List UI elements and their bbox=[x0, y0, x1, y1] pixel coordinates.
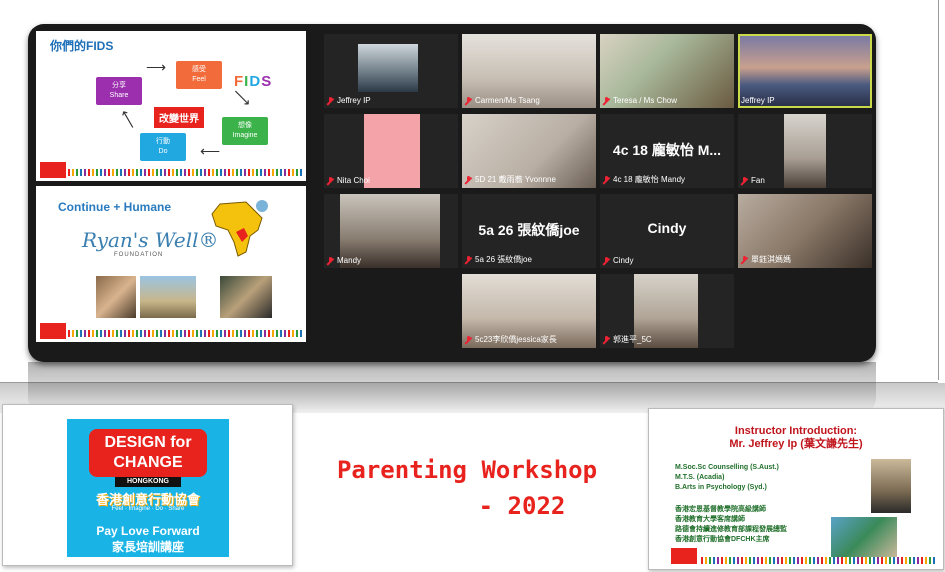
participant-label: 單鈺淇媽媽 bbox=[741, 254, 791, 265]
participant-tile[interactable]: 4c 18 龐敏怡 M... 4c 18 龐敏怡 Mandy bbox=[600, 114, 734, 188]
dfc-hongkong-tag: HONGKONG bbox=[115, 477, 181, 487]
participant-display-name: 5a 26 張紋僑joe bbox=[478, 222, 580, 238]
participant-label: Nita Choi bbox=[327, 176, 370, 185]
rainbow-bar bbox=[701, 557, 935, 564]
dfc-mini-logo bbox=[671, 548, 697, 564]
muted-mic-icon bbox=[741, 176, 748, 185]
participant-video bbox=[784, 114, 826, 188]
node-feel: 感受 Feel bbox=[176, 61, 222, 89]
participant-label: Cindy bbox=[603, 256, 633, 265]
muted-mic-icon bbox=[603, 256, 610, 265]
africa-map-icon bbox=[211, 200, 268, 257]
fids-wordmark: FIDS bbox=[234, 73, 273, 90]
activity-photo bbox=[831, 517, 897, 557]
participant-label: Fan bbox=[741, 176, 765, 185]
presentation-slide: 你們的FIDS 感受 Feel 想像 Imagine 行動 Do 分享 Share ⟶ … bbox=[0, 0, 945, 572]
rainbow-bar bbox=[68, 330, 304, 337]
pay-love-forward: Pay Love Forward bbox=[96, 524, 200, 538]
muted-mic-icon bbox=[327, 256, 334, 265]
dfchk-logo-slide: DESIGN for CHANGE HONGKONG 香港創意行動協會 Feel … bbox=[2, 404, 293, 566]
participant-tile[interactable]: 5a 26 張紋僑joe 5a 26 張紋僑joe bbox=[462, 194, 596, 268]
top-strip bbox=[0, 0, 945, 18]
ryans-well-logo: Ryan's Well® bbox=[82, 228, 219, 252]
participant-label: 5a 26 張紋僑joe bbox=[465, 254, 532, 265]
participant-tile[interactable]: Fan bbox=[738, 114, 872, 188]
instructor-title: Instructor Introduction: Mr. Jeffrey Ip (… bbox=[729, 425, 863, 450]
participant-label: Teresa / Ms Chow bbox=[603, 96, 677, 105]
muted-mic-icon bbox=[603, 335, 610, 344]
participant-display-name: Cindy bbox=[647, 220, 687, 236]
participant-tile[interactable]: Carmen/Ms Tsang bbox=[462, 34, 596, 108]
participant-tile[interactable]: 單鈺淇媽媽 bbox=[738, 194, 872, 268]
instructor-roles: 香港宏恩基督教學院高級講師 香港教育大學客席講師 路德會持續進修教育部課程發展總監香… bbox=[675, 506, 787, 543]
boy-photo bbox=[96, 276, 136, 318]
ryans-well-sub: FOUNDATION bbox=[114, 252, 164, 258]
participant-label: 郭進平_5C bbox=[603, 334, 652, 345]
participant-tile[interactable]: 郭進平_5C bbox=[600, 274, 734, 348]
muted-mic-icon bbox=[465, 255, 472, 264]
slide-border bbox=[938, 0, 939, 380]
instructor-qualifications: M.Soc.Sc Counselling (S.Aust.) M.T.S. (Ac… bbox=[675, 464, 779, 491]
participant-display-name: 4c 18 龐敏怡 M... bbox=[612, 142, 722, 158]
participant-label: Jeffrey IP bbox=[327, 96, 371, 105]
muted-mic-icon bbox=[327, 176, 334, 185]
man-photo bbox=[220, 276, 272, 318]
shared-slide-fids: 你們的FIDS 感受 Feel 想像 Imagine 行動 Do 分享 Share ⟶ … bbox=[36, 31, 306, 181]
instructor-photo bbox=[871, 459, 911, 513]
participant-video bbox=[364, 114, 420, 188]
participant-tile-active-speaker[interactable]: Jeffrey IP bbox=[738, 34, 872, 108]
muted-mic-icon bbox=[327, 96, 334, 105]
node-imagine: 想像 Imagine bbox=[222, 117, 268, 145]
participant-label: Mandy bbox=[327, 256, 361, 265]
center-label: 改變世界 bbox=[154, 107, 204, 128]
participant-label: 5c23李欣僑jessica家長 bbox=[465, 334, 557, 345]
participant-label: 5D 21 戴雨蕎 Yvonnne bbox=[465, 174, 556, 185]
muted-mic-icon bbox=[465, 335, 472, 344]
arrow-icon: ⟶ bbox=[146, 59, 167, 75]
rainbow-bar bbox=[68, 169, 304, 176]
parent-training-title: 家長培訓講座 bbox=[111, 540, 184, 554]
participant-label: Carmen/Ms Tsang bbox=[465, 96, 540, 105]
dfc-wordmark: DESIGN for CHANGE bbox=[89, 429, 207, 477]
participant-tile[interactable]: Teresa / Ms Chow bbox=[600, 34, 734, 108]
muted-mic-icon bbox=[465, 175, 472, 184]
instructor-slide: Instructor Introduction: Mr. Jeffrey Ip (… bbox=[648, 408, 944, 570]
participant-tile[interactable]: 5D 21 戴雨蕎 Yvonnne bbox=[462, 114, 596, 188]
workshop-title: Parenting Workshop - 2022 bbox=[336, 456, 598, 520]
dfchk-logo: DESIGN for CHANGE HONGKONG 香港創意行動協會 Feel … bbox=[67, 419, 229, 557]
shared-slide-ryans-well: Continue + Humane Ryan's Well® FOUNDATIO… bbox=[36, 186, 306, 342]
slide-title: Continue + Humane bbox=[58, 200, 172, 214]
muted-mic-icon bbox=[603, 96, 610, 105]
node-do: 行動 Do bbox=[140, 133, 186, 161]
participant-video bbox=[358, 44, 418, 92]
participant-label: 4c 18 龐敏怡 Mandy bbox=[603, 174, 685, 185]
muted-mic-icon bbox=[603, 175, 610, 184]
node-share: 分享 Share bbox=[96, 77, 142, 105]
participant-label: Jeffrey IP bbox=[741, 96, 775, 105]
participant-tile[interactable]: Jeffrey IP bbox=[324, 34, 458, 108]
dfc-tagline: Feel · Imagine · Do · Share bbox=[111, 506, 185, 512]
village-photo bbox=[140, 276, 196, 318]
slide-title: 你們的FIDS bbox=[50, 39, 114, 53]
arrow-icon: ⟶ bbox=[200, 144, 221, 160]
participant-tile[interactable]: Mandy bbox=[324, 194, 458, 268]
zoom-meeting-window[interactable]: 你們的FIDS 感受 Feel 想像 Imagine 行動 Do 分享 Share ⟶ … bbox=[28, 24, 876, 362]
dfc-mini-logo bbox=[40, 162, 66, 178]
participant-tile[interactable]: Cindy Cindy bbox=[600, 194, 734, 268]
participant-tile[interactable]: Nita Choi bbox=[324, 114, 458, 188]
dfc-mini-logo bbox=[40, 323, 66, 339]
muted-mic-icon bbox=[741, 255, 748, 264]
participant-tile[interactable]: 5c23李欣僑jessica家長 bbox=[462, 274, 596, 348]
muted-mic-icon bbox=[465, 96, 472, 105]
arrow-icon: ⟶ bbox=[115, 107, 140, 133]
